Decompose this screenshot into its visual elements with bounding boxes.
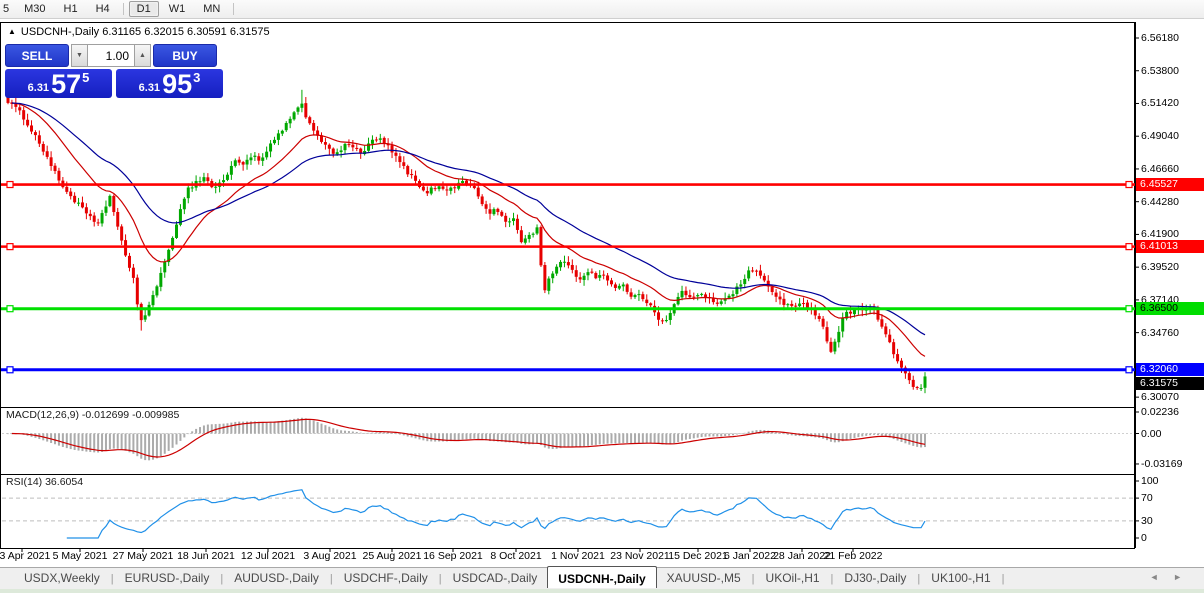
axis-tick-label: 6.41900 (1141, 228, 1179, 241)
level-handle[interactable] (6, 305, 14, 313)
sell-button[interactable]: SELL (5, 44, 69, 67)
tab-dj30-daily[interactable]: DJ30-,Daily (834, 568, 916, 589)
axis-tick-label: 0.00 (1141, 427, 1162, 440)
level-handle[interactable] (6, 180, 14, 189)
chart-title: ▲ USDCNH-,Daily 6.31165 6.32015 6.30591 6… (8, 26, 270, 38)
tab-separator: | (329, 572, 333, 585)
sell-price-prefix: 6.31 (27, 82, 50, 94)
tab-usdx-weekly[interactable]: USDX,Weekly (14, 568, 110, 589)
macd-histogram (7, 417, 926, 461)
axis-tick-label: 0 (1141, 532, 1147, 544)
level-handle[interactable] (6, 366, 14, 374)
tab-scroll-arrows[interactable]: ◄ ► (1150, 572, 1188, 582)
date-label: 5 May 2021 (52, 550, 108, 562)
price-badge: 6.31575 (1136, 376, 1204, 390)
price-badge: 6.32060 (1136, 363, 1204, 377)
buy-price-big: 95 (162, 69, 193, 99)
ma-slow-blue-line (11, 102, 926, 336)
tab-ukoil-h1[interactable]: UKOil-,H1 (756, 568, 830, 589)
ma-fast-red-line (11, 102, 926, 357)
tab-separator: | (751, 572, 755, 585)
tab-eurusd-daily[interactable]: EURUSD-,Daily (115, 568, 220, 589)
axis-tick-label: 6.30070 (1141, 391, 1179, 404)
price-badge: 6.41013 (1136, 240, 1204, 254)
chart-tab-bar: USDX,Weekly | EURUSD-,Daily | AUDUSD-,Daily |… (0, 566, 1204, 589)
one-click-trade-panel: SELL ▼ ▲ BUY 6.31575 6.31953 (5, 44, 223, 99)
axis-tick-label: 100 (1141, 475, 1159, 487)
volume-input[interactable] (88, 44, 134, 67)
candles (6, 89, 927, 394)
level-handle[interactable] (1125, 180, 1133, 189)
volume-stepper: ▼ ▲ (71, 44, 151, 67)
date-label: 1 Nov 2021 (551, 550, 605, 562)
rsi-line (66, 489, 926, 539)
tab-separator: | (110, 572, 114, 585)
pane-border (0, 474, 1135, 549)
bottom-edge (0, 589, 1204, 593)
date-label: 15 Dec 2021 (668, 550, 728, 562)
date-label: 23 Nov 2021 (610, 550, 670, 562)
date-label: 18 Jun 2021 (177, 550, 235, 562)
tab-usdcad-daily[interactable]: USDCAD-,Daily (443, 568, 548, 589)
axis-tick-label: 6.53800 (1141, 64, 1179, 77)
axis-tick-label: 6.34760 (1141, 326, 1179, 339)
axis-tick-label: 70 (1141, 492, 1153, 505)
sell-price-big: 57 (51, 69, 82, 99)
level-handle[interactable] (1125, 305, 1133, 313)
macd-label: MACD(12,26,9) -0.012699 -0.009985 (6, 409, 180, 421)
symbol-ohlc-text: USDCNH-,Daily 6.31165 6.32015 6.30591 6.… (20, 26, 270, 38)
buy-price-sup: 3 (193, 70, 201, 85)
tab-separator: | (830, 572, 834, 585)
axis-tick-label: 0.02236 (1141, 406, 1179, 418)
axis-tick-label: 6.39520 (1141, 261, 1179, 274)
axis-tick-label: 6.56180 (1141, 32, 1179, 44)
tab-separator: | (1001, 572, 1005, 585)
level-handle[interactable] (6, 243, 14, 251)
date-label: 3 Aug 2021 (303, 550, 357, 562)
tab-usdchf-daily[interactable]: USDCHF-,Daily (334, 568, 438, 589)
level-handle[interactable] (1125, 243, 1133, 251)
volume-decrease-icon[interactable]: ▼ (71, 44, 88, 67)
axis-tick-label: 6.44280 (1141, 195, 1179, 208)
date-label: 6 Jan 2022 (724, 550, 776, 562)
date-label: 12 Jul 2021 (240, 550, 296, 562)
date-label: 21 Feb 2022 (823, 550, 883, 562)
rsi-label: RSI(14) 36.6054 (6, 476, 84, 488)
level-handle[interactable] (1125, 366, 1133, 374)
date-label: 25 Aug 2021 (362, 550, 422, 562)
buy-price-prefix: 6.31 (138, 82, 161, 94)
date-label: 16 Sep 2021 (423, 550, 483, 562)
axis-tick-label: 6.51420 (1141, 97, 1179, 110)
date-label: 27 May 2021 (112, 550, 174, 562)
axis-tick-label: 30 (1141, 514, 1153, 527)
axis-tick-label: 6.46660 (1141, 162, 1179, 175)
sell-price-sup: 5 (82, 70, 90, 85)
date-label: 28 Jan 2022 (773, 550, 831, 562)
price-badge: 6.45527 (1136, 178, 1204, 192)
tab-xauusd-m5[interactable]: XAUUSD-,M5 (657, 568, 751, 589)
date-label: 8 Oct 2021 (490, 550, 542, 562)
buy-button[interactable]: BUY (153, 44, 217, 67)
collapse-panel-icon[interactable]: ▲ (8, 27, 16, 36)
sell-price-box[interactable]: 6.31 57 5 (5, 69, 112, 98)
tab-uk100-h1[interactable]: UK100-,H1 (921, 568, 1000, 589)
price-badge: 6.36500 (1136, 302, 1204, 316)
tab-separator: | (220, 572, 224, 585)
buy-price-box[interactable]: 6.31 95 3 (116, 69, 223, 98)
axis-tick-label: 6.49040 (1141, 130, 1179, 143)
tab-audusd-daily[interactable]: AUDUSD-,Daily (224, 568, 329, 589)
tab-separator: | (917, 572, 921, 585)
volume-increase-icon[interactable]: ▲ (134, 44, 151, 67)
tab-separator: | (438, 572, 442, 585)
terminal-window: 5 M30 H1 H4 D1 W1 MN ▲ USDCNH-,Daily 6.31165 6.… (0, 0, 1204, 593)
axis-tick-label: -0.03169 (1141, 457, 1183, 470)
tab-usdcnh-daily[interactable]: USDCNH-,Daily (547, 566, 657, 588)
date-label: 13 Apr 2021 (0, 550, 51, 562)
